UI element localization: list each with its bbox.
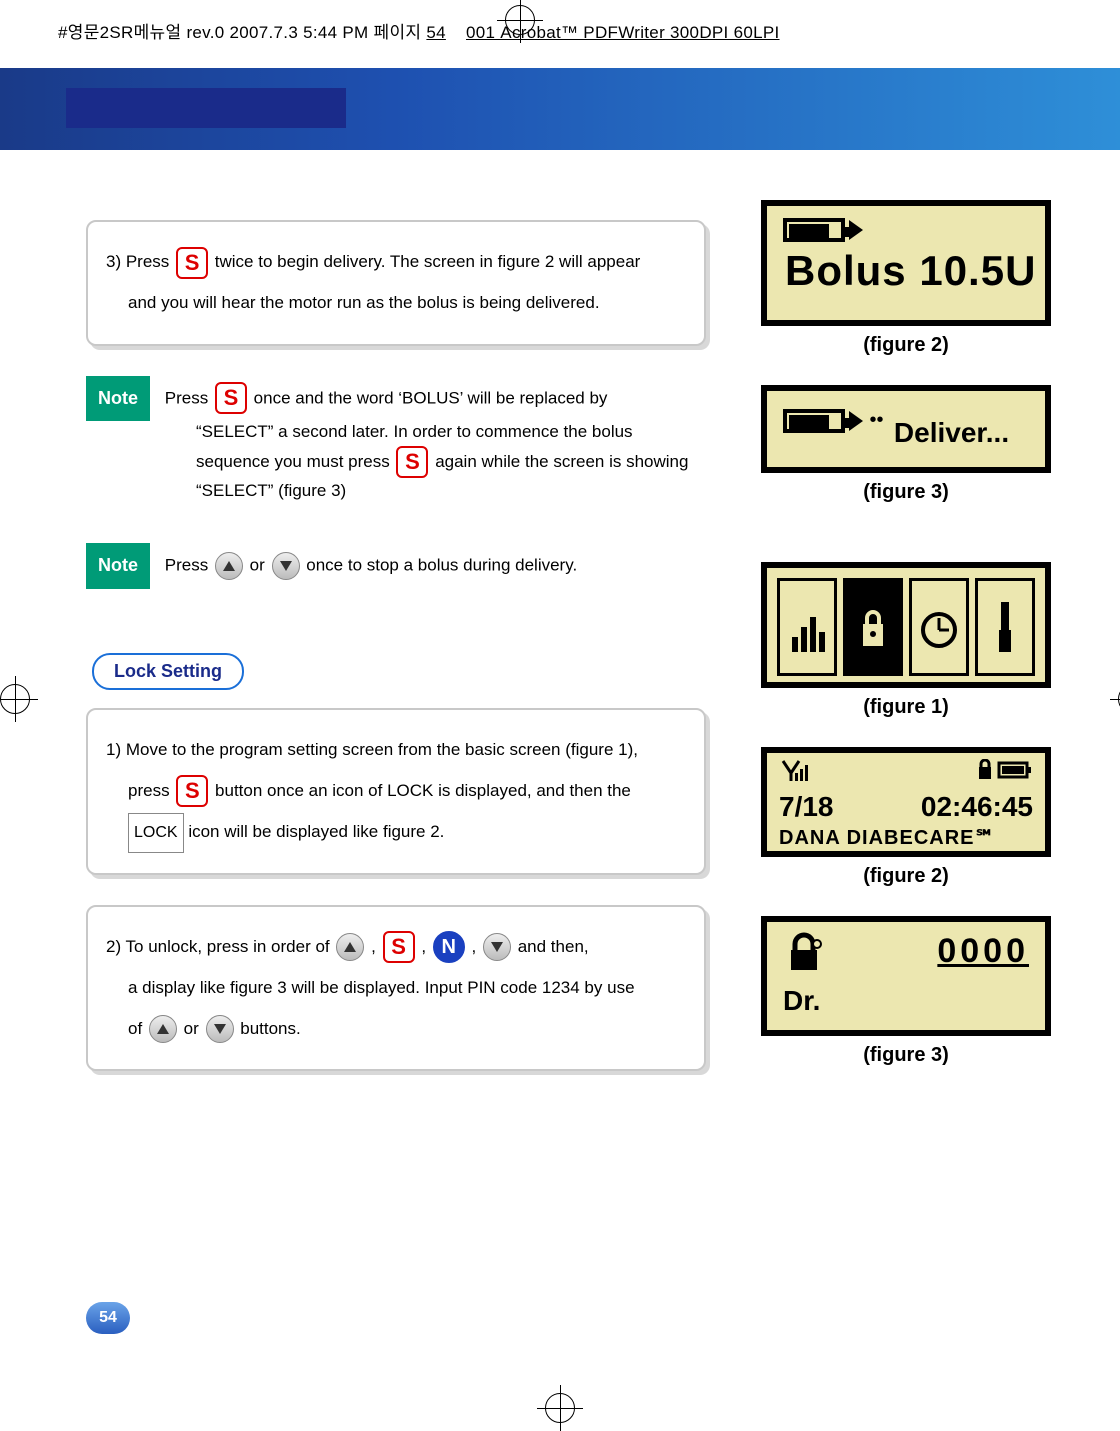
battery-icon — [783, 218, 845, 242]
down-arrow-icon — [272, 552, 300, 580]
lock-battery-icon — [977, 759, 1033, 787]
note1-l3a: sequence you must press — [196, 452, 390, 471]
header-right: 001 Acrobat™ PDFWriter 300DPI 60LPI — [466, 23, 780, 42]
s-button-icon: S — [383, 931, 415, 963]
lock-icon — [783, 932, 825, 979]
note-badge: Note — [86, 376, 150, 422]
step3-box: 3) Press S twice to begin delivery. The … — [86, 220, 706, 346]
note1-l3b: again while the screen is showing — [435, 452, 688, 471]
ls2-l1a: 2) To unlock, press in order of — [106, 937, 330, 956]
prog-profile-icon — [777, 578, 837, 676]
antenna-icon — [779, 759, 813, 787]
lock-step1-box: 1) Move to the program setting screen fr… — [86, 708, 706, 875]
s-button-icon: S — [176, 247, 208, 279]
print-header: #영문2SR메뉴얼 rev.0 2007.7.3 5:44 PM 페이지 54 … — [58, 18, 780, 43]
down-arrow-icon — [483, 933, 511, 961]
pin-value: 0000 — [937, 932, 1029, 971]
arrow-icon — [849, 411, 863, 431]
down-arrow-icon — [206, 1015, 234, 1043]
ls2-l3b: or — [184, 1019, 199, 1038]
ls2-l3c: buttons. — [240, 1019, 301, 1038]
battery-icon — [783, 409, 845, 433]
s-button-icon: S — [215, 382, 247, 414]
ls1-l1: 1) Move to the program setting screen fr… — [106, 740, 638, 759]
device-screen-home: 7/18 02:46:45 DANA DIABECARE℠ — [761, 747, 1051, 857]
note1-a: Press — [165, 388, 208, 407]
ls2-l1b: , — [371, 937, 376, 956]
up-arrow-icon — [149, 1015, 177, 1043]
figure2a-label: (figure 2) — [751, 334, 1061, 357]
deliver-text: Deliver... — [894, 417, 1009, 449]
figure3a-label: (figure 3) — [751, 481, 1061, 504]
ls1-l2a: press — [128, 781, 170, 800]
ls2-l1e: and then, — [518, 937, 589, 956]
step3-line2: and you will hear the motor run as the b… — [106, 293, 600, 312]
note2: Note Press or once to stop a bolus durin… — [86, 543, 706, 589]
up-arrow-icon — [215, 552, 243, 580]
ls1-l2b: button once an icon of LOCK is displayed… — [215, 781, 631, 800]
note-badge: Note — [86, 543, 150, 589]
lock-step2-box: 2) To unlock, press in order of , S , N … — [86, 905, 706, 1071]
note1-b: once and the word ‘BOLUS’ will be replac… — [254, 388, 608, 407]
lock-word: LOCK — [128, 813, 184, 853]
s-button-icon: S — [396, 446, 428, 478]
note2-b: or — [250, 556, 265, 575]
ls2-l1d: , — [472, 937, 477, 956]
home-date: 7/18 — [779, 791, 834, 823]
device-screen-pin: 0000 Dr. — [761, 916, 1051, 1036]
pin-dr: Dr. — [783, 985, 1029, 1017]
prog-clock-icon — [909, 578, 969, 676]
device-screen-bolus: Bolus 10.5U — [761, 200, 1051, 326]
ls2-l3a: of — [128, 1019, 142, 1038]
note1: Note Press S once and the word ‘BOLUS’ w… — [86, 376, 706, 510]
prog-lock-icon — [843, 578, 903, 676]
header-page: 54 — [426, 23, 446, 42]
section-placeholder — [66, 88, 346, 128]
home-time: 02:46:45 — [921, 791, 1033, 823]
home-brand: DANA DIABECARE℠ — [779, 825, 1033, 850]
step3-mid: twice to begin delivery. The screen in f… — [215, 252, 641, 271]
header-left: #영문2SR메뉴얼 rev.0 2007.7.3 5:44 PM 페이지 — [58, 23, 421, 42]
note2-c: once to stop a bolus during delivery. — [306, 556, 577, 575]
step3-pre: 3) Press — [106, 252, 169, 271]
device-screen-deliver: •• Deliver... — [761, 385, 1051, 473]
s-button-icon: S — [176, 775, 208, 807]
note2-a: Press — [165, 556, 208, 575]
ls2-l2: a display like figure 3 will be displaye… — [106, 978, 635, 997]
ls1-l3: icon will be displayed like figure 2. — [188, 822, 444, 841]
figure2b-label: (figure 2) — [751, 865, 1061, 888]
prog-tool-icon — [975, 578, 1035, 676]
figure3b-label: (figure 3) — [751, 1044, 1061, 1067]
device-screen-progset — [761, 562, 1051, 688]
syringe-icon — [849, 220, 863, 240]
up-arrow-icon — [336, 933, 364, 961]
bolus-text: Bolus 10.5U — [767, 247, 1045, 295]
figure1-label: (figure 1) — [751, 696, 1061, 719]
page-number: 54 — [86, 1302, 130, 1334]
n-button-icon: N — [433, 931, 465, 963]
ls2-l1c: , — [421, 937, 426, 956]
section-lock-setting: Lock Setting — [92, 653, 244, 690]
